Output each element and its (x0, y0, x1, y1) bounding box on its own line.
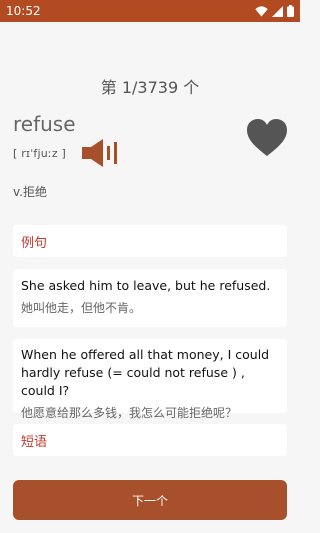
example-card: She asked him to leave, but he refused. … (13, 269, 287, 327)
phrases-title: 短语 (21, 434, 48, 450)
word-title: refuse (13, 112, 76, 136)
example-card: When he offered all that money, I could … (13, 339, 287, 420)
heart-icon[interactable] (246, 118, 288, 158)
examples-section-header: 例句 (13, 225, 287, 257)
word-meaning: v.拒绝 (13, 185, 47, 199)
example-chinese: 她叫他走，但他不肯。 (21, 301, 142, 315)
status-time: 10:52 (6, 4, 41, 18)
status-icons (255, 5, 294, 17)
wifi-icon (255, 5, 268, 16)
phrases-section-header: 短语 (13, 424, 287, 456)
speaker-icon[interactable] (80, 138, 120, 168)
word-phonetic: [ rɪˈfjuːz ] (13, 147, 66, 160)
example-chinese: 他愿意给那么多钱，我怎么可能拒绝呢？ (21, 406, 238, 420)
next-button[interactable]: 下一个 (13, 480, 287, 520)
example-english: When he offered all that money, I could … (21, 347, 270, 398)
battery-icon (287, 5, 294, 17)
status-bar: 10:52 (0, 0, 300, 22)
signal-icon (272, 5, 283, 17)
example-english: She asked him to leave, but he refused. (21, 278, 271, 293)
examples-title: 例句 (21, 235, 48, 251)
page-counter: 第 1/3739 个 (100, 78, 200, 97)
